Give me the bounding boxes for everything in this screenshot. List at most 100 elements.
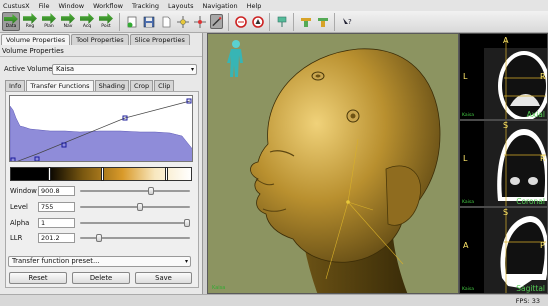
delete-button[interactable]: Delete <box>72 272 130 284</box>
workflow-post-button[interactable]: Post <box>97 12 115 31</box>
context-help-button[interactable]: ? <box>340 14 353 29</box>
import-data-button[interactable] <box>125 14 138 29</box>
slider-thumb[interactable] <box>184 219 190 227</box>
view-sagittal[interactable]: S A P Kaisa Sagittal <box>459 207 548 294</box>
opacity-transfer-function-editor[interactable] <box>9 95 193 162</box>
record-button[interactable] <box>234 14 247 29</box>
probe-icon <box>277 16 286 27</box>
add-point-button[interactable] <box>176 14 189 29</box>
arrow-right-icon <box>23 13 37 24</box>
window-field[interactable]: 900.8 <box>38 186 75 196</box>
toolbar-separator <box>119 12 120 31</box>
arrow-right-icon <box>61 13 75 24</box>
help-pointer-icon: ? <box>342 17 352 26</box>
toolbar-separator <box>269 12 270 31</box>
view-3d[interactable]: Kaisa <box>207 33 459 294</box>
probe-button[interactable] <box>275 14 288 29</box>
status-bar: FPS: 33 <box>0 294 548 306</box>
menu-workflow[interactable]: Workflow <box>93 2 123 10</box>
fps-readout: FPS: 33 <box>515 297 540 305</box>
workflow-plan-button[interactable]: Plan <box>40 12 58 31</box>
orientation-top-label: S <box>503 208 509 217</box>
warning-button[interactable] <box>251 14 264 29</box>
tab-tool-properties[interactable]: Tool Properties <box>71 34 129 45</box>
level-slider[interactable] <box>80 202 190 212</box>
tab-clip[interactable]: Clip <box>154 80 175 91</box>
workflow-reg-button[interactable]: Reg <box>21 12 39 31</box>
tab-shading[interactable]: Shading <box>94 80 129 91</box>
level-field[interactable]: 755 <box>38 202 75 212</box>
orientation-right-label: P <box>540 241 545 250</box>
layout-top-icon <box>300 17 311 27</box>
transfer-function-preset-select[interactable]: Transfer function preset... ▾ <box>8 256 191 267</box>
tab-slice-properties[interactable]: Slice Properties <box>129 34 190 45</box>
record-icon <box>234 15 247 28</box>
view-coronal[interactable]: S L R Kaisa Coronal <box>459 120 548 207</box>
crosshair-red-icon <box>193 15 206 28</box>
menu-custusx[interactable]: CustusX <box>3 2 30 10</box>
view-title-coronal: Coronal <box>516 197 545 206</box>
llr-slider[interactable] <box>80 233 190 243</box>
orientation-top-label: S <box>503 121 509 130</box>
active-volume-value: Kaisa <box>56 65 75 73</box>
slider-thumb[interactable] <box>95 234 102 242</box>
window-slider[interactable] <box>80 186 190 196</box>
axial-slice-image <box>484 40 547 119</box>
view-title-axial: Axial <box>526 110 545 119</box>
menu-tracking[interactable]: Tracking <box>132 2 159 10</box>
floppy-icon <box>143 16 154 27</box>
toolbar-separator <box>228 12 229 31</box>
layout-side-button[interactable] <box>316 14 329 29</box>
active-volume-select[interactable]: Kaisa ▾ <box>52 64 197 75</box>
slider-thumb[interactable] <box>137 203 144 211</box>
tab-transfer-functions[interactable]: Transfer Functions <box>26 80 94 91</box>
menu-file[interactable]: File <box>39 2 50 10</box>
slider-track <box>80 206 190 208</box>
crosshair-point-icon <box>176 15 189 28</box>
toolbar-separator <box>334 12 335 31</box>
orientation-figure-icon <box>227 40 243 77</box>
volume-name-label: Kaisa <box>462 287 474 292</box>
tab-volume-properties[interactable]: Volume Properties <box>1 34 71 45</box>
alpha-field[interactable]: 1 <box>38 218 75 228</box>
tool-crosshair-button[interactable] <box>193 14 206 29</box>
color-transfer-function-bar[interactable] <box>10 167 192 181</box>
properties-tabs: Volume Properties Tool Properties Slice … <box>1 34 191 45</box>
volume-name-label: Kaisa <box>462 200 474 205</box>
tab-info[interactable]: Info <box>5 80 26 91</box>
chevron-down-icon: ▾ <box>184 258 188 265</box>
menu-navigation[interactable]: Navigation <box>203 2 238 10</box>
workflow-data-button[interactable]: Data <box>2 12 20 31</box>
save-preset-button[interactable]: Save <box>135 272 192 284</box>
level-row: Level 755 <box>10 202 75 212</box>
arrow-right-icon <box>99 13 113 24</box>
pointer-tool-button[interactable] <box>210 14 223 29</box>
save-button[interactable] <box>142 14 155 29</box>
color-point-handle[interactable] <box>165 167 168 181</box>
workflow-acq-button[interactable]: Acq <box>78 12 96 31</box>
import-data-icon <box>127 16 136 27</box>
menu-window[interactable]: Window <box>58 2 84 10</box>
slider-track <box>80 190 190 192</box>
arrow-right-icon <box>42 13 56 24</box>
reset-button[interactable]: Reset <box>9 272 67 284</box>
menu-help[interactable]: Help <box>247 2 262 10</box>
orientation-left-label: L <box>463 154 468 163</box>
toolbar-separator <box>293 12 294 31</box>
volume-name-label: Kaisa <box>462 113 474 118</box>
layout-top-button[interactable] <box>299 14 312 29</box>
color-point-handle[interactable] <box>48 167 51 181</box>
view-axial[interactable]: A L R Kaisa Axial <box>459 33 548 120</box>
workflow-nav-button[interactable]: Nav <box>59 12 77 31</box>
menu-layouts[interactable]: Layouts <box>168 2 193 10</box>
window-row: Window 900.8 <box>10 186 75 196</box>
arrow-right-icon <box>4 14 18 24</box>
orientation-top-label: A <box>503 36 509 45</box>
alpha-slider[interactable] <box>80 218 190 228</box>
color-point-handle[interactable] <box>101 167 104 181</box>
new-document-button[interactable] <box>159 14 172 29</box>
slider-thumb[interactable] <box>147 187 154 195</box>
chevron-down-icon: ▾ <box>190 66 194 73</box>
llr-field[interactable]: 201.2 <box>38 233 75 243</box>
tab-crop[interactable]: Crop <box>129 80 154 91</box>
